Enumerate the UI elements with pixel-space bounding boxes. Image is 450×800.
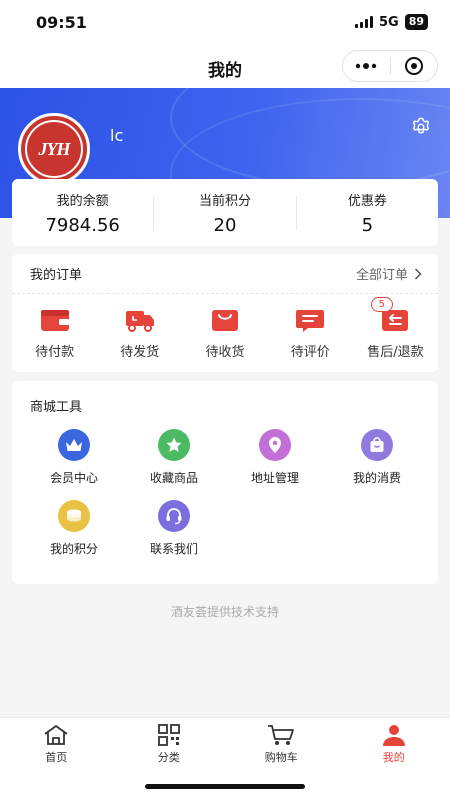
order-pending-shipment[interactable]: 待发货 [97,307,182,360]
location-icon [259,429,291,461]
tool-address-management[interactable]: 地址管理 [225,429,325,486]
stat-value: 7984.56 [45,214,120,236]
battery-level: 89 [404,14,428,30]
all-orders-link[interactable]: 全部订单 [356,264,422,283]
avatar-logo-text: JYH [38,138,71,159]
order-status-row: 待付款 待发货 待收货 待评价 5 售后/退款 [12,294,438,372]
order-status-label: 待评价 [290,344,330,360]
avatar[interactable]: JYH [18,113,90,185]
package-icon [212,309,238,331]
tab-label: 分类 [157,751,180,764]
target-icon [404,57,423,75]
support-icon [158,500,190,532]
wallet-icon [40,309,69,331]
status-bar: 09:51 5G 89 [0,0,450,44]
order-status-label: 待付款 [35,344,75,360]
order-pending-payment[interactable]: 待付款 [12,307,97,360]
stat-value: 5 [361,214,374,236]
bag-icon [361,429,393,461]
miniprogram-capsule [342,50,438,82]
truck-icon [125,310,154,332]
more-dots-icon [356,63,377,69]
tool-label: 会员中心 [49,471,98,485]
tab-label: 首页 [45,751,68,764]
status-indicators: 5G 89 [354,14,428,30]
home-indicator [145,784,305,789]
order-status-label: 待发货 [120,344,160,360]
order-status-label: 待收货 [205,344,245,360]
signal-icon [354,16,373,28]
tool-label: 联系我们 [149,542,198,556]
username: lc [110,126,124,145]
home-icon [44,725,68,745]
orders-card: 我的订单 全部订单 待付款 待发货 待收货 待评价 5 售后/退款 [12,254,438,372]
more-button[interactable] [343,51,390,81]
stat-label: 优惠券 [347,193,387,209]
order-status-label: 售后/退款 [367,344,424,360]
avatar-ring: JYH [25,120,83,178]
nav-bar: 我的 [0,44,450,88]
tab-home[interactable]: 首页 [0,718,113,800]
order-pending-review[interactable]: 待评价 [268,307,353,360]
tool-my-spending[interactable]: 我的消费 [327,429,427,486]
mall-tools-card: 商城工具 会员中心 收藏商品 地址管理 我的消费 我的积分 联系我们 [12,381,438,584]
network-type: 5G [378,14,399,30]
tool-label: 地址管理 [250,471,299,485]
tool-label: 收藏商品 [149,471,198,485]
tab-label: 购物车 [264,751,298,764]
stat-label: 当前积分 [198,193,251,209]
coupons-stat[interactable]: 优惠券 5 [297,190,438,236]
tools-title: 商城工具 [30,400,83,415]
comment-icon [296,309,325,332]
tool-label: 我的消费 [352,471,401,485]
order-after-sales[interactable]: 5 售后/退款 [353,296,438,360]
points-stat[interactable]: 当前积分 20 [154,190,295,236]
close-miniprogram-button[interactable] [391,51,438,81]
qr-grid-icon [157,724,180,746]
status-time: 09:51 [36,13,87,32]
tool-label: 我的积分 [49,542,98,556]
order-pending-receipt[interactable]: 待收货 [182,307,267,360]
user-icon [382,725,405,746]
all-orders-label: 全部订单 [355,268,408,283]
chevron-right-icon [414,267,422,280]
settings-gear-icon[interactable] [410,116,432,138]
star-icon [158,429,190,461]
balance-stat[interactable]: 我的余额 7984.56 [12,190,153,236]
crown-icon [58,429,90,461]
tool-contact-us[interactable]: 联系我们 [124,500,224,557]
tech-support-note: 酒友荟提供技术支持 [170,605,279,619]
tab-mine[interactable]: 我的 [338,718,450,800]
account-stats-card: 我的余额 7984.56 当前积分 20 优惠券 5 [12,179,438,246]
stat-label: 我的余额 [56,193,109,209]
tool-my-points[interactable]: 我的积分 [24,500,124,557]
orders-title: 我的订单 [30,268,83,283]
after-sales-count-badge: 5 [370,296,393,312]
tab-label: 我的 [382,751,405,764]
coins-icon [58,500,90,532]
cart-icon [268,725,295,745]
tool-member-center[interactable]: 会员中心 [24,429,124,486]
tool-favorites[interactable]: 收藏商品 [124,429,224,486]
stat-value: 20 [213,214,237,236]
orders-header: 我的订单 全部订单 [12,254,438,294]
